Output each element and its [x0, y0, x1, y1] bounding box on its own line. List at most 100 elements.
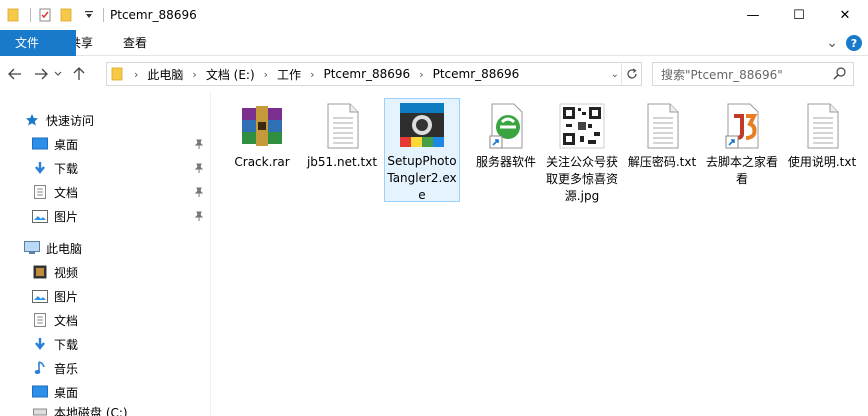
nav-label: 文档	[54, 185, 79, 200]
breadcrumb-chevron-icon[interactable]: ›	[310, 68, 314, 81]
nav-label: 下载	[54, 161, 79, 176]
download-arrow-icon	[32, 336, 48, 352]
download-arrow-icon	[32, 160, 48, 176]
file-name: Crack.rar	[234, 155, 290, 169]
nav-label: 音乐	[54, 361, 79, 376]
arrow-left-icon	[8, 68, 21, 80]
pictures-icon	[32, 208, 48, 224]
maximize-button[interactable]: ☐	[776, 0, 822, 30]
address-bar[interactable]: › 此电脑 › 文档 (E:) › 工作 › Ptcemr_88696 › Pt…	[106, 62, 642, 86]
nav-quick-access[interactable]: 快速访问	[24, 108, 94, 132]
folder-icon	[6, 7, 22, 23]
text-file-icon	[638, 102, 686, 150]
qr-image-icon	[558, 102, 606, 150]
phototangler-app-icon	[398, 101, 446, 149]
minimize-button[interactable]: —	[730, 0, 776, 30]
pin-icon[interactable]	[194, 211, 204, 221]
file-name: 关注公众号获取更多惊喜资源.jpg	[545, 155, 618, 203]
tab-file[interactable]: 文件	[0, 29, 76, 56]
quick-access-toolbar	[0, 0, 103, 30]
breadcrumb-chevron-icon[interactable]: ›	[134, 68, 138, 81]
file-item-selected[interactable]: SetupPhotoTangler2.exe	[384, 98, 460, 202]
file-item[interactable]: 关注公众号获取更多惊喜资源.jpg	[544, 96, 620, 205]
drive-icon	[32, 404, 48, 416]
nav-pc-desktop[interactable]: 桌面	[32, 380, 78, 404]
breadcrumb-chevron-icon[interactable]: ›	[192, 68, 196, 81]
text-file-icon	[318, 102, 366, 150]
refresh-icon	[626, 68, 637, 79]
video-film-icon	[32, 264, 48, 280]
desktop-icon	[32, 384, 48, 400]
ribbon-tabs: 文件 主页 共享 查看 ⌄ ?	[0, 29, 868, 56]
nav-quick-documents[interactable]: 文档	[32, 180, 78, 204]
nav-pc-music[interactable]: 音乐	[32, 356, 78, 380]
arrow-right-icon	[35, 68, 48, 80]
nav-pc-downloads[interactable]: 下载	[32, 332, 78, 356]
file-item[interactable]: jb51.net.txt	[304, 96, 380, 171]
file-item[interactable]: Crack.rar	[224, 96, 300, 171]
breadcrumb-work[interactable]: 工作	[277, 66, 301, 83]
nav-quick-desktop[interactable]: 桌面	[32, 132, 78, 156]
ribbon-collapse-icon[interactable]: ⌄	[826, 35, 838, 51]
address-history-dropdown-icon[interactable]: ⌄	[611, 63, 619, 85]
computer-icon	[24, 240, 40, 256]
new-folder-icon[interactable]	[59, 7, 75, 23]
nav-quick-downloads[interactable]: 下载	[32, 156, 78, 180]
nav-label: 桌面	[54, 137, 79, 152]
nav-label: 文档	[54, 313, 79, 328]
desktop-icon	[32, 136, 48, 152]
file-name: jb51.net.txt	[306, 155, 378, 169]
nav-label: 本地磁盘 (C:)	[54, 406, 128, 416]
file-name: 去脚本之家看看	[705, 155, 778, 186]
recent-locations-button[interactable]	[52, 63, 64, 85]
help-icon[interactable]: ?	[846, 35, 862, 51]
folder-icon	[111, 67, 125, 81]
ie-shortcut-icon	[482, 102, 530, 150]
pin-icon[interactable]	[194, 187, 204, 197]
nav-label: 下载	[54, 337, 79, 352]
search-input[interactable]: 搜索"Ptcemr_88696"	[661, 66, 783, 83]
up-button[interactable]	[68, 63, 90, 85]
document-icon	[32, 312, 48, 328]
search-box[interactable]: 搜索"Ptcemr_88696"	[652, 62, 854, 86]
explorer-window: Ptcemr_88696 — ☐ ✕ 文件 主页 共享 查看 ⌄ ?	[0, 0, 868, 416]
breadcrumb-chevron-icon[interactable]: ›	[419, 68, 423, 81]
window-title: Ptcemr_88696	[110, 8, 197, 22]
file-item[interactable]: 服务器软件	[468, 96, 544, 171]
file-item[interactable]: 去脚本之家看看	[704, 96, 780, 188]
pane-divider[interactable]	[210, 92, 211, 416]
close-button[interactable]: ✕	[822, 0, 868, 30]
file-name: 服务器软件	[475, 155, 536, 169]
breadcrumb-folder-current[interactable]: Ptcemr_88696	[433, 67, 520, 81]
title-separator	[103, 8, 104, 22]
nav-pc-pictures[interactable]: 图片	[32, 284, 78, 308]
file-item[interactable]: 解压密码.txt	[624, 96, 700, 171]
nav-pc-videos[interactable]: 视频	[32, 260, 78, 284]
breadcrumb-this-pc[interactable]: 此电脑	[147, 66, 183, 83]
arrow-up-icon	[73, 67, 85, 80]
nav-pc-local-disk-c[interactable]: 本地磁盘 (C:)	[32, 404, 128, 416]
tab-view[interactable]: 查看	[108, 30, 162, 56]
nav-quick-pictures[interactable]: 图片	[32, 204, 78, 228]
pin-icon[interactable]	[194, 163, 204, 173]
breadcrumb-folder-parent[interactable]: Ptcemr_88696	[323, 67, 410, 81]
back-button[interactable]	[4, 63, 26, 85]
pin-icon[interactable]	[194, 139, 204, 149]
file-name: SetupPhotoTangler2.exe	[387, 154, 457, 202]
properties-icon[interactable]	[37, 7, 53, 23]
nav-label: 此电脑	[46, 241, 83, 256]
nav-pc-documents[interactable]: 文档	[32, 308, 78, 332]
music-note-icon	[32, 360, 48, 376]
winrar-archive-icon	[238, 102, 286, 150]
file-list: Crack.rar jb51.net.txt SetupPhotoTangler…	[224, 96, 864, 416]
refresh-button[interactable]	[621, 63, 641, 85]
breadcrumb-documents-e[interactable]: 文档 (E:)	[206, 66, 255, 83]
breadcrumb-chevron-icon[interactable]: ›	[264, 68, 268, 81]
navigation-pane: 快速访问 桌面 下载 文档 图片 此电脑 视频 图片 文档 下载 音乐 桌面 本…	[0, 92, 210, 416]
file-item[interactable]: 使用说明.txt	[784, 96, 860, 171]
customize-dropdown-icon[interactable]	[81, 7, 97, 23]
nav-label: 图片	[54, 289, 79, 304]
forward-button[interactable]	[30, 63, 52, 85]
chevron-down-icon	[54, 71, 62, 76]
nav-this-pc[interactable]: 此电脑	[24, 236, 82, 260]
